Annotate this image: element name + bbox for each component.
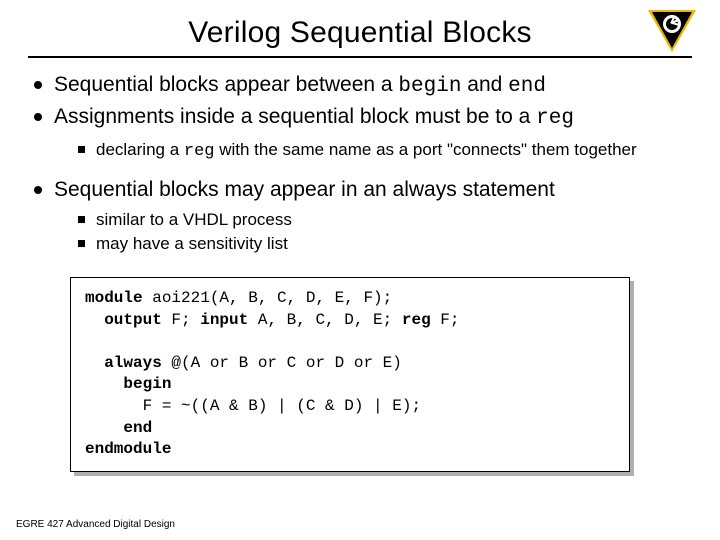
bullet-list: Sequential blocks appear between a begin… xyxy=(28,72,692,265)
text: Assignments inside a sequential block mu… xyxy=(54,105,536,128)
sub-bullet-1: similar to a VHDL process xyxy=(76,209,692,231)
sub-bullet-list: declaring a reg with the same name as a … xyxy=(54,133,692,173)
kw-reg: reg xyxy=(402,311,431,329)
slide-footer: EGRE 427 Advanced Digital Design xyxy=(16,519,175,530)
code-content: module aoi221(A, B, C, D, E, F); output … xyxy=(70,277,630,472)
code-keyword: reg xyxy=(536,107,574,130)
code-block: module aoi221(A, B, C, D, E, F); output … xyxy=(70,277,630,472)
kw-begin: begin xyxy=(123,375,171,393)
code-keyword: end xyxy=(508,75,546,98)
kw-input: input xyxy=(200,311,248,329)
code-text: F = ~((A & B) | (C & D) | E); xyxy=(85,397,421,415)
sub-bullet-2: may have a sensitivity list xyxy=(76,233,692,255)
sub-bullet-1: declaring a reg with the same name as a … xyxy=(76,139,692,163)
kw-end: end xyxy=(123,419,152,437)
bullet-3: Sequential blocks may appear in an alway… xyxy=(32,177,692,265)
kw-module: module xyxy=(85,289,143,307)
code-text: F; xyxy=(431,311,460,329)
kw-always: always xyxy=(104,354,162,372)
sub-bullet-list: similar to a VHDL process may have a sen… xyxy=(54,203,692,265)
slide: Verilog Sequential Blocks Sequential blo… xyxy=(0,0,720,540)
bullet-1: Sequential blocks appear between a begin… xyxy=(32,72,692,100)
kw-endmodule: endmodule xyxy=(85,440,171,458)
text: with the same name as a port "connects" … xyxy=(215,140,637,159)
text: Sequential blocks appear between a xyxy=(54,73,398,96)
code-text: aoi221(A, B, C, D, E, F); xyxy=(143,289,393,307)
code-keyword: reg xyxy=(184,142,215,161)
page-title: Verilog Sequential Blocks xyxy=(28,12,692,50)
text: and xyxy=(461,73,508,96)
vcu-logo-icon xyxy=(648,10,696,52)
code-text: @(A or B or C or D or E) xyxy=(162,354,402,372)
code-text: F; xyxy=(162,311,200,329)
code-text: A, B, C, D, E; xyxy=(248,311,402,329)
bullet-2: Assignments inside a sequential block mu… xyxy=(32,104,692,172)
slide-header: Verilog Sequential Blocks xyxy=(28,12,692,58)
kw-output: output xyxy=(104,311,162,329)
text: declaring a xyxy=(96,140,184,159)
text: Sequential blocks may appear in an alway… xyxy=(54,178,555,201)
code-keyword: begin xyxy=(398,75,461,98)
